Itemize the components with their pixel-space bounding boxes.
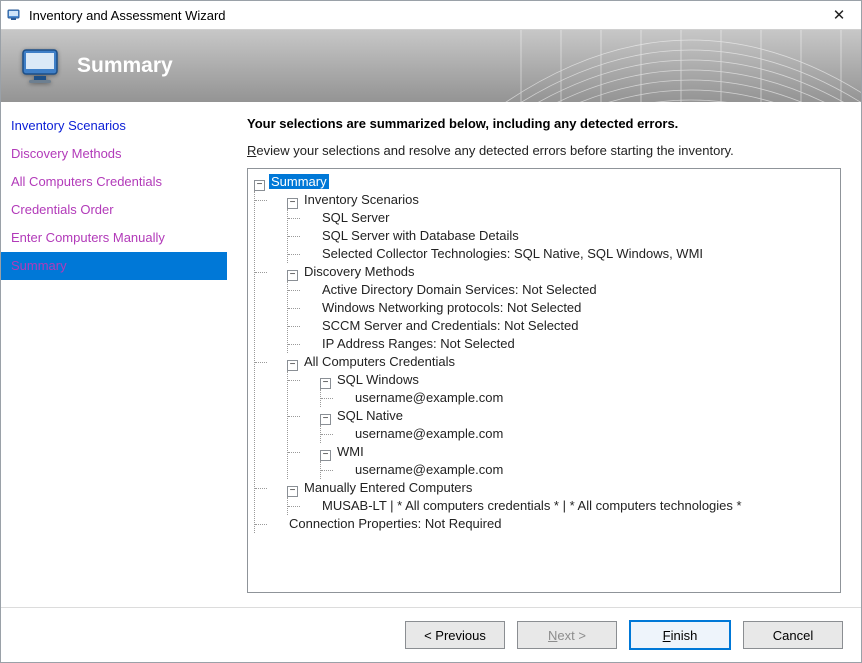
tree-leaf-label[interactable]: username@example.com (353, 426, 505, 441)
tree-discovery-methods[interactable]: −Discovery Methods Active Directory Doma… (269, 263, 838, 353)
tree-node-label[interactable]: SQL Windows (335, 372, 421, 387)
tree-leaf[interactable]: SQL Server (302, 209, 838, 227)
nav-discovery-methods[interactable]: Discovery Methods (1, 140, 227, 168)
tree-connection-properties[interactable]: Connection Properties: Not Required (269, 515, 838, 533)
tree-node-label[interactable]: WMI (335, 444, 366, 459)
finish-button[interactable]: Finish (629, 620, 731, 650)
nav-summary[interactable]: Summary (1, 252, 227, 280)
summary-tree[interactable]: −Summary −Inventory Scenarios SQL Server… (247, 168, 841, 593)
sidebar: Inventory Scenarios Discovery Methods Al… (1, 102, 227, 607)
tree-leaf[interactable]: Windows Networking protocols: Not Select… (302, 299, 838, 317)
tree-manually-entered[interactable]: −Manually Entered Computers MUSAB-LT | *… (269, 479, 838, 515)
tree-leaf[interactable]: MUSAB-LT | * All computers credentials *… (302, 497, 838, 515)
cancel-button[interactable]: Cancel (743, 621, 843, 649)
expander-icon[interactable]: − (287, 270, 298, 281)
tree-leaf[interactable]: username@example.com (335, 461, 838, 479)
expander-icon[interactable]: − (287, 486, 298, 497)
tree-leaf-label[interactable]: username@example.com (353, 462, 505, 477)
tree-leaf[interactable]: Selected Collector Technologies: SQL Nat… (302, 245, 838, 263)
banner-computer-icon (19, 44, 67, 88)
tree-leaf-label[interactable]: SQL Server with Database Details (320, 228, 521, 243)
titlebar: Inventory and Assessment Wizard ✕ (1, 1, 861, 30)
close-icon: ✕ (833, 8, 846, 23)
tree-cred-group[interactable]: −WMI username@example.com (302, 443, 838, 479)
window-title: Inventory and Assessment Wizard (29, 8, 226, 23)
body: Inventory Scenarios Discovery Methods Al… (1, 102, 861, 607)
tree-leaf-label[interactable]: Windows Networking protocols: Not Select… (320, 300, 583, 315)
expander-icon[interactable]: − (254, 180, 265, 191)
titlebar-left: Inventory and Assessment Wizard (7, 7, 226, 23)
subtext-accel: R (247, 143, 256, 158)
tree-node-label[interactable]: Discovery Methods (302, 264, 417, 279)
tree-leaf[interactable]: username@example.com (335, 425, 838, 443)
tree-inventory-scenarios[interactable]: −Inventory Scenarios SQL Server SQL Serv… (269, 191, 838, 263)
wizard-window: Inventory and Assessment Wizard ✕ Summar… (0, 0, 862, 663)
tree-leaf-label[interactable]: Active Directory Domain Services: Not Se… (320, 282, 599, 297)
tree-leaf[interactable]: IP Address Ranges: Not Selected (302, 335, 838, 353)
close-button[interactable]: ✕ (817, 1, 861, 29)
banner-decoration (481, 30, 861, 102)
tree-leaf-label[interactable]: IP Address Ranges: Not Selected (320, 336, 517, 351)
tree-leaf-label[interactable]: Selected Collector Technologies: SQL Nat… (320, 246, 705, 261)
tree-leaf-label[interactable]: SCCM Server and Credentials: Not Selecte… (320, 318, 581, 333)
tree-all-computers-credentials[interactable]: −All Computers Credentials −SQL Windows … (269, 353, 838, 479)
expander-icon[interactable]: − (320, 414, 331, 425)
nav-inventory-scenarios[interactable]: Inventory Scenarios (1, 112, 227, 140)
tree-leaf-label[interactable]: SQL Server (320, 210, 391, 225)
tree-leaf[interactable]: username@example.com (335, 389, 838, 407)
tree-leaf[interactable]: Active Directory Domain Services: Not Se… (302, 281, 838, 299)
expander-icon[interactable]: − (320, 378, 331, 389)
nav-all-computers-credentials[interactable]: All Computers Credentials (1, 168, 227, 196)
finish-rest: inish (671, 628, 698, 643)
tree-node-label[interactable]: SQL Native (335, 408, 405, 423)
expander-icon[interactable]: − (320, 450, 331, 461)
main-subtext: Review your selections and resolve any d… (247, 143, 841, 158)
tree-leaf-label[interactable]: Connection Properties: Not Required (287, 516, 503, 531)
banner: Summary (1, 30, 861, 102)
tree-leaf[interactable]: SCCM Server and Credentials: Not Selecte… (302, 317, 838, 335)
tree-cred-group[interactable]: −SQL Native username@example.com (302, 407, 838, 443)
tree-root[interactable]: −Summary −Inventory Scenarios SQL Server… (250, 173, 838, 533)
tree-leaf-label[interactable]: MUSAB-LT | * All computers credentials *… (320, 498, 744, 513)
main-panel: Your selections are summarized below, in… (227, 102, 861, 607)
expander-icon[interactable]: − (287, 360, 298, 371)
footer: < Previous Next > Finish Cancel (1, 607, 861, 662)
subtext-rest: eview your selections and resolve any de… (256, 143, 733, 158)
nav-credentials-order[interactable]: Credentials Order (1, 196, 227, 224)
previous-button[interactable]: < Previous (405, 621, 505, 649)
banner-title: Summary (67, 54, 173, 78)
tree-node-label[interactable]: All Computers Credentials (302, 354, 457, 369)
next-button: Next > (517, 621, 617, 649)
main-heading: Your selections are summarized below, in… (247, 116, 841, 131)
next-rest: ext > (557, 628, 586, 643)
tree-root-label[interactable]: Summary (269, 174, 329, 189)
tree-cred-group[interactable]: −SQL Windows username@example.com (302, 371, 838, 407)
next-accel: N (548, 628, 557, 643)
tree-node-label[interactable]: Inventory Scenarios (302, 192, 421, 207)
app-icon (7, 7, 23, 23)
tree-node-label[interactable]: Manually Entered Computers (302, 480, 474, 495)
nav-enter-computers-manually[interactable]: Enter Computers Manually (1, 224, 227, 252)
finish-accel: F (663, 628, 671, 643)
tree-leaf-label[interactable]: username@example.com (353, 390, 505, 405)
tree-leaf[interactable]: SQL Server with Database Details (302, 227, 838, 245)
expander-icon[interactable]: − (287, 198, 298, 209)
